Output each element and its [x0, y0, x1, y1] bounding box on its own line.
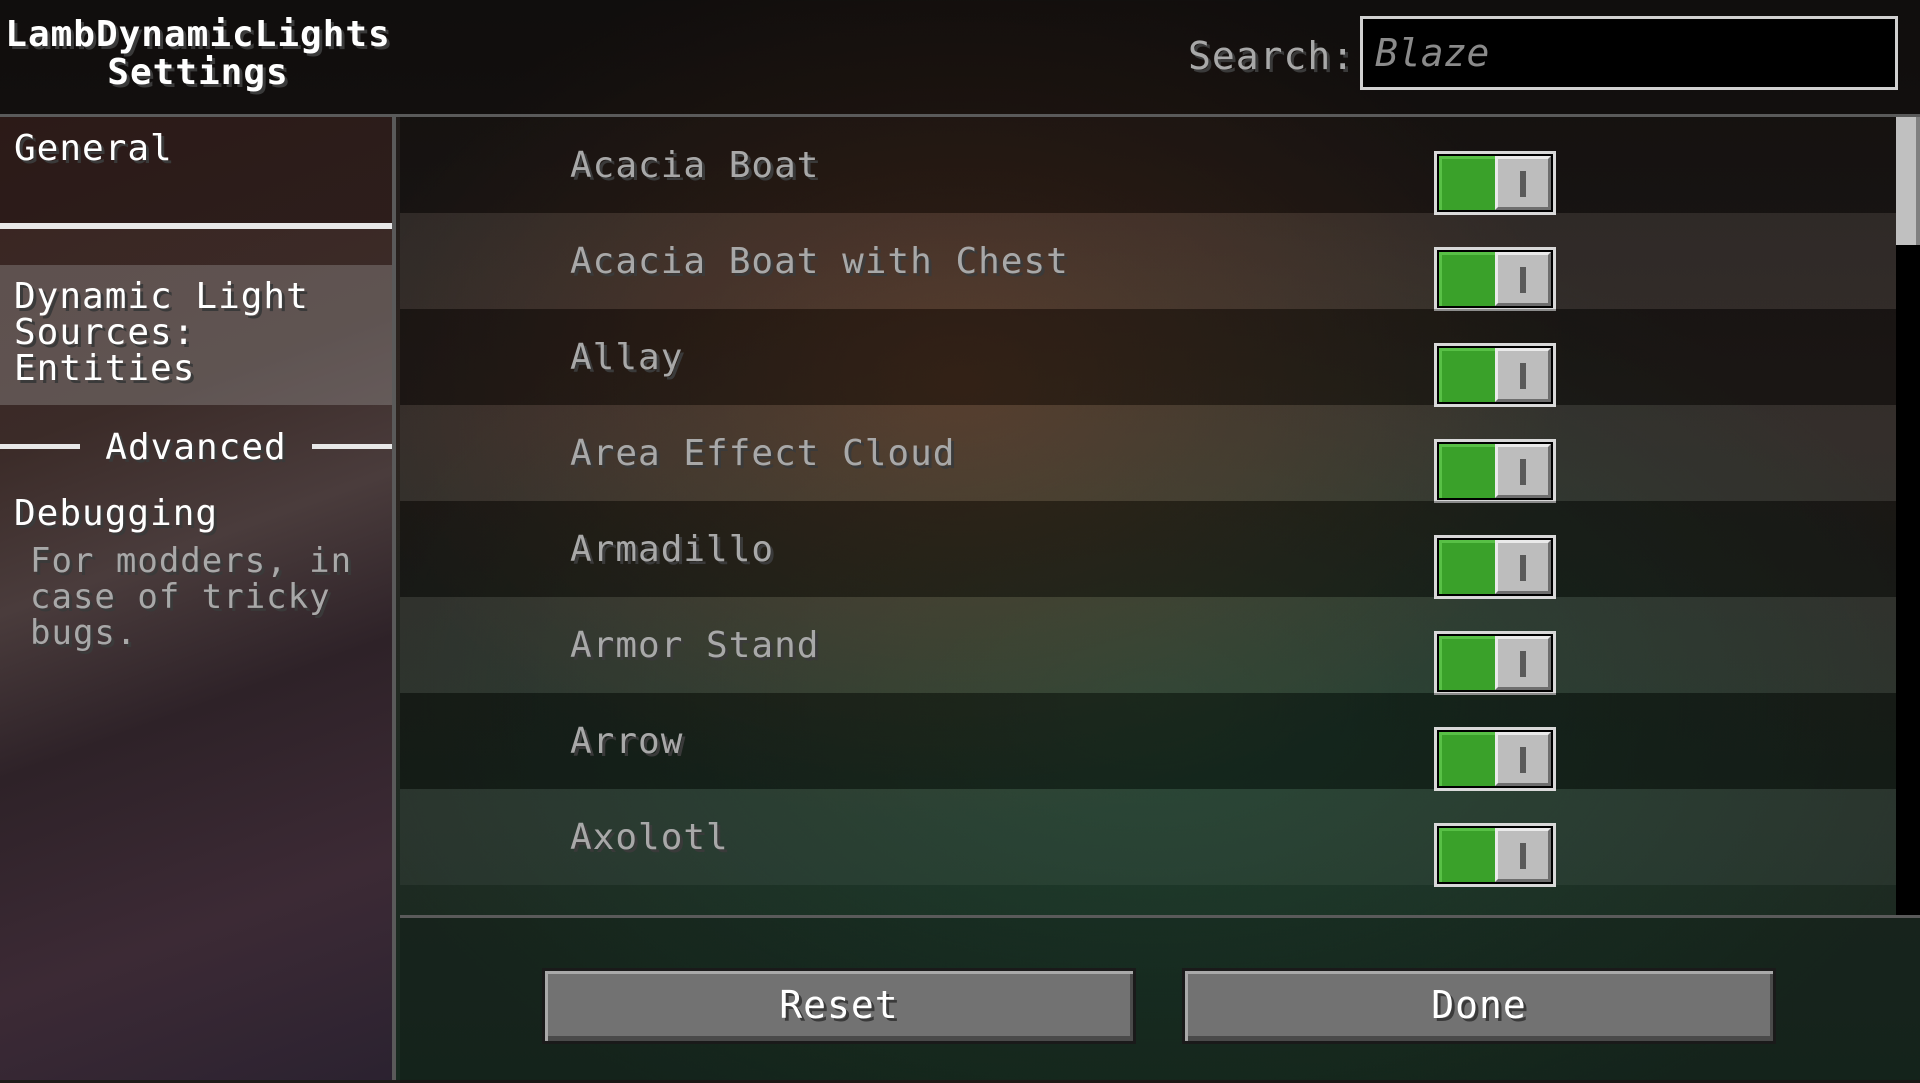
- list-item: Acacia Boat: [400, 117, 1898, 215]
- list-scrollbar[interactable]: [1896, 117, 1920, 915]
- search-input[interactable]: [1360, 16, 1898, 90]
- entity-toggle[interactable]: [1434, 247, 1556, 311]
- entity-toggle[interactable]: [1434, 631, 1556, 695]
- toggle-knob: [1495, 540, 1551, 594]
- list-item: Armadillo: [400, 501, 1898, 599]
- toggle-on-fill: [1439, 540, 1495, 594]
- sidebar-item-general[interactable]: General: [0, 117, 392, 229]
- entity-label: Acacia Boat with Chest: [570, 241, 1069, 282]
- list-item: Axolotl: [400, 789, 1898, 887]
- search-label: Search:: [1188, 34, 1356, 78]
- toggle-knob: [1495, 444, 1551, 498]
- toggle-on-fill: [1439, 156, 1495, 210]
- toggle-knob: [1495, 156, 1551, 210]
- sidebar-item-label: Entities: [14, 348, 196, 389]
- entity-toggle[interactable]: [1434, 343, 1556, 407]
- category-sidebar: General Dynamic Light Sources: Entities …: [0, 117, 396, 1080]
- entity-toggle[interactable]: [1434, 151, 1556, 215]
- separator-line: [312, 444, 392, 449]
- sidebar-item-label: General: [14, 128, 173, 169]
- page-title-line2: Settings: [107, 52, 289, 93]
- entity-label: Armadillo: [570, 529, 775, 570]
- entity-label: Armor Stand: [570, 625, 820, 666]
- reset-button[interactable]: Reset: [542, 968, 1136, 1044]
- toggle-on-fill: [1439, 636, 1495, 690]
- list-item: Armor Stand: [400, 597, 1898, 695]
- toggle-knob: [1495, 252, 1551, 306]
- toggle-knob: [1495, 732, 1551, 786]
- entity-toggle[interactable]: [1434, 535, 1556, 599]
- page-title-line1: LambDynamicLights: [5, 14, 391, 55]
- toggle-on-fill: [1439, 732, 1495, 786]
- toggle-knob: [1495, 828, 1551, 882]
- advanced-separator: Advanced: [0, 421, 392, 471]
- entity-label: Allay: [570, 337, 684, 378]
- sidebar-item-entities[interactable]: Dynamic Light Sources: Entities: [0, 265, 392, 405]
- toggle-on-fill: [1439, 252, 1495, 306]
- sidebar-item-label: Dynamic Light: [14, 276, 309, 317]
- scrollbar-thumb[interactable]: [1896, 117, 1920, 245]
- list-item: Acacia Boat with Chest: [400, 213, 1898, 311]
- sidebar-item-label: Debugging: [14, 493, 219, 534]
- entity-toggle[interactable]: [1434, 823, 1556, 887]
- list-item: Area Effect Cloud: [400, 405, 1898, 503]
- footer-bar: Reset Done: [400, 915, 1920, 1083]
- sidebar-item-label: Sources:: [14, 312, 196, 353]
- list-item: Arrow: [400, 693, 1898, 791]
- toggle-on-fill: [1439, 348, 1495, 402]
- entity-toggle[interactable]: [1434, 727, 1556, 791]
- page-title: LambDynamicLights Settings: [0, 16, 396, 92]
- entity-label: Area Effect Cloud: [570, 433, 956, 474]
- entity-list: Acacia Boat Acacia Boat with Chest Allay…: [400, 117, 1898, 915]
- header-bar: LambDynamicLights Settings Search:: [0, 0, 1920, 117]
- sidebar-item-debugging[interactable]: Debugging: [0, 482, 392, 532]
- done-button[interactable]: Done: [1182, 968, 1776, 1044]
- list-item: Allay: [400, 309, 1898, 407]
- toggle-on-fill: [1439, 828, 1495, 882]
- entity-label: Arrow: [570, 721, 684, 762]
- entity-label: Axolotl: [570, 817, 729, 858]
- entity-label: Acacia Boat: [570, 145, 820, 186]
- toggle-knob: [1495, 348, 1551, 402]
- debugging-description: For modders, in case of tricky bugs.: [30, 541, 353, 653]
- toggle-knob: [1495, 636, 1551, 690]
- entity-toggle[interactable]: [1434, 439, 1556, 503]
- toggle-on-fill: [1439, 444, 1495, 498]
